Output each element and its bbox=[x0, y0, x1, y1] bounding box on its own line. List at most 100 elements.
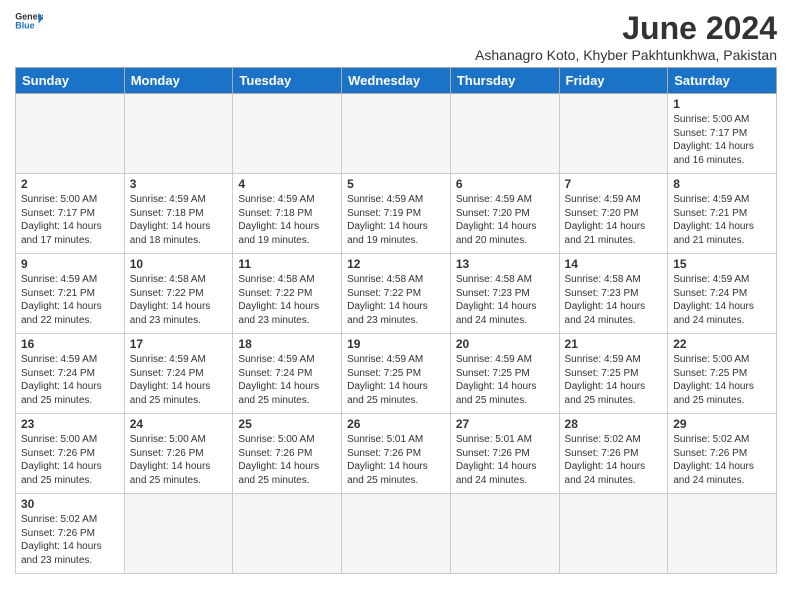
calendar-title: June 2024 bbox=[475, 10, 777, 47]
calendar-cell: 6 Sunrise: 4:59 AM Sunset: 7:20 PM Daylig… bbox=[450, 174, 559, 254]
calendar-cell bbox=[233, 494, 342, 574]
logo-icon: General Blue bbox=[15, 10, 43, 32]
day-info: Sunrise: 4:59 AM Sunset: 7:24 PM Dayligh… bbox=[238, 353, 336, 407]
calendar-cell: 24Sunrise: 5:00 AM Sunset: 7:26 PM Dayli… bbox=[124, 414, 233, 494]
day-info: Sunrise: 4:59 AM Sunset: 7:25 PM Dayligh… bbox=[565, 353, 663, 407]
day-info: Sunrise: 5:01 AM Sunset: 7:26 PM Dayligh… bbox=[456, 433, 554, 487]
calendar-cell: 9Sunrise: 4:59 AM Sunset: 7:21 PM Daylig… bbox=[16, 254, 125, 334]
day-number: 13 bbox=[456, 257, 554, 271]
day-info: Sunrise: 4:59 AM Sunset: 7:21 PM Dayligh… bbox=[21, 273, 119, 327]
calendar-cell: 25 Sunrise: 5:00 AM Sunset: 7:26 PM Dayli… bbox=[233, 414, 342, 494]
calendar-week-2: 2Sunrise: 5:00 AM Sunset: 7:17 PM Daylig… bbox=[16, 174, 777, 254]
day-number: 22 bbox=[673, 337, 771, 351]
day-number: 20 bbox=[456, 337, 554, 351]
calendar-cell bbox=[342, 494, 451, 574]
calendar-cell: 21Sunrise: 4:59 AM Sunset: 7:25 PM Dayli… bbox=[559, 334, 668, 414]
calendar-cell bbox=[450, 94, 559, 174]
day-info: Sunrise: 5:00 AM Sunset: 7:26 PM Dayligh… bbox=[238, 433, 336, 487]
calendar-cell: 18Sunrise: 4:59 AM Sunset: 7:24 PM Dayli… bbox=[233, 334, 342, 414]
day-info: Sunrise: 5:00 AM Sunset: 7:17 PM Dayligh… bbox=[673, 113, 771, 167]
day-info: Sunrise: 4:59 AM Sunset: 7:20 PM Dayligh… bbox=[565, 193, 663, 247]
calendar-cell: 2Sunrise: 5:00 AM Sunset: 7:17 PM Daylig… bbox=[16, 174, 125, 254]
logo: General Blue bbox=[15, 10, 43, 32]
day-number: 3 bbox=[130, 177, 228, 191]
calendar-week-4: 16Sunrise: 4:59 AM Sunset: 7:24 PM Dayli… bbox=[16, 334, 777, 414]
calendar-cell: 13Sunrise: 4:58 AM Sunset: 7:23 PM Dayli… bbox=[450, 254, 559, 334]
day-number: 15 bbox=[673, 257, 771, 271]
calendar-week-5: 23 Sunrise: 5:00 AM Sunset: 7:26 PM Dayli… bbox=[16, 414, 777, 494]
calendar-cell: 5 Sunrise: 4:59 AM Sunset: 7:19 PM Daylig… bbox=[342, 174, 451, 254]
calendar-cell: 15 Sunrise: 4:59 AM Sunset: 7:24 PM Dayli… bbox=[668, 254, 777, 334]
calendar-table: SundayMondayTuesdayWednesdayThursdayFrid… bbox=[15, 67, 777, 574]
calendar-week-1: 1Sunrise: 5:00 AM Sunset: 7:17 PM Daylig… bbox=[16, 94, 777, 174]
page-header: General Blue June 2024 Ashanagro Koto, K… bbox=[15, 10, 777, 63]
day-number: 27 bbox=[456, 417, 554, 431]
weekday-header-row: SundayMondayTuesdayWednesdayThursdayFrid… bbox=[16, 68, 777, 94]
calendar-cell: 26 Sunrise: 5:01 AM Sunset: 7:26 PM Dayli… bbox=[342, 414, 451, 494]
day-info: Sunrise: 4:59 AM Sunset: 7:25 PM Dayligh… bbox=[456, 353, 554, 407]
day-info: Sunrise: 5:00 AM Sunset: 7:26 PM Dayligh… bbox=[130, 433, 228, 487]
weekday-header-wednesday: Wednesday bbox=[342, 68, 451, 94]
weekday-header-sunday: Sunday bbox=[16, 68, 125, 94]
calendar-cell: 1Sunrise: 5:00 AM Sunset: 7:17 PM Daylig… bbox=[668, 94, 777, 174]
calendar-cell: 19Sunrise: 4:59 AM Sunset: 7:25 PM Dayli… bbox=[342, 334, 451, 414]
calendar-cell: 17Sunrise: 4:59 AM Sunset: 7:24 PM Dayli… bbox=[124, 334, 233, 414]
calendar-cell: 3 Sunrise: 4:59 AM Sunset: 7:18 PM Daylig… bbox=[124, 174, 233, 254]
weekday-header-tuesday: Tuesday bbox=[233, 68, 342, 94]
calendar-cell: 14Sunrise: 4:58 AM Sunset: 7:23 PM Dayli… bbox=[559, 254, 668, 334]
day-info: Sunrise: 4:58 AM Sunset: 7:22 PM Dayligh… bbox=[238, 273, 336, 327]
day-number: 7 bbox=[565, 177, 663, 191]
calendar-cell: 4Sunrise: 4:59 AM Sunset: 7:18 PM Daylig… bbox=[233, 174, 342, 254]
day-number: 8 bbox=[673, 177, 771, 191]
calendar-week-6: 30 Sunrise: 5:02 AM Sunset: 7:26 PM Dayli… bbox=[16, 494, 777, 574]
calendar-cell: 20 Sunrise: 4:59 AM Sunset: 7:25 PM Dayli… bbox=[450, 334, 559, 414]
weekday-header-thursday: Thursday bbox=[450, 68, 559, 94]
day-number: 6 bbox=[456, 177, 554, 191]
day-info: Sunrise: 5:02 AM Sunset: 7:26 PM Dayligh… bbox=[565, 433, 663, 487]
calendar-cell bbox=[450, 494, 559, 574]
calendar-cell bbox=[559, 94, 668, 174]
calendar-cell bbox=[124, 94, 233, 174]
day-number: 5 bbox=[347, 177, 445, 191]
day-number: 23 bbox=[21, 417, 119, 431]
day-info: Sunrise: 4:59 AM Sunset: 7:20 PM Dayligh… bbox=[456, 193, 554, 247]
day-info: Sunrise: 5:00 AM Sunset: 7:25 PM Dayligh… bbox=[673, 353, 771, 407]
calendar-cell: 23 Sunrise: 5:00 AM Sunset: 7:26 PM Dayli… bbox=[16, 414, 125, 494]
day-info: Sunrise: 4:59 AM Sunset: 7:19 PM Dayligh… bbox=[347, 193, 445, 247]
day-number: 2 bbox=[21, 177, 119, 191]
day-info: Sunrise: 5:02 AM Sunset: 7:26 PM Dayligh… bbox=[673, 433, 771, 487]
calendar-cell: 12Sunrise: 4:58 AM Sunset: 7:22 PM Dayli… bbox=[342, 254, 451, 334]
calendar-subtitle: Ashanagro Koto, Khyber Pakhtunkhwa, Paki… bbox=[475, 47, 777, 63]
day-number: 30 bbox=[21, 497, 119, 511]
day-number: 28 bbox=[565, 417, 663, 431]
calendar-cell: 28 Sunrise: 5:02 AM Sunset: 7:26 PM Dayli… bbox=[559, 414, 668, 494]
day-number: 10 bbox=[130, 257, 228, 271]
day-info: Sunrise: 4:59 AM Sunset: 7:21 PM Dayligh… bbox=[673, 193, 771, 247]
weekday-header-monday: Monday bbox=[124, 68, 233, 94]
day-info: Sunrise: 5:00 AM Sunset: 7:26 PM Dayligh… bbox=[21, 433, 119, 487]
calendar-cell: 10 Sunrise: 4:58 AM Sunset: 7:22 PM Dayli… bbox=[124, 254, 233, 334]
title-area: June 2024 Ashanagro Koto, Khyber Pakhtun… bbox=[475, 10, 777, 63]
day-number: 25 bbox=[238, 417, 336, 431]
day-number: 29 bbox=[673, 417, 771, 431]
svg-text:Blue: Blue bbox=[15, 21, 34, 31]
day-info: Sunrise: 5:01 AM Sunset: 7:26 PM Dayligh… bbox=[347, 433, 445, 487]
calendar-cell: 8 Sunrise: 4:59 AM Sunset: 7:21 PM Daylig… bbox=[668, 174, 777, 254]
day-number: 26 bbox=[347, 417, 445, 431]
day-number: 11 bbox=[238, 257, 336, 271]
day-info: Sunrise: 4:59 AM Sunset: 7:18 PM Dayligh… bbox=[238, 193, 336, 247]
calendar-cell: 7 Sunrise: 4:59 AM Sunset: 7:20 PM Daylig… bbox=[559, 174, 668, 254]
calendar-cell: 29 Sunrise: 5:02 AM Sunset: 7:26 PM Dayli… bbox=[668, 414, 777, 494]
calendar-cell bbox=[668, 494, 777, 574]
calendar-cell: 11 Sunrise: 4:58 AM Sunset: 7:22 PM Dayli… bbox=[233, 254, 342, 334]
day-info: Sunrise: 4:59 AM Sunset: 7:24 PM Dayligh… bbox=[21, 353, 119, 407]
day-info: Sunrise: 4:59 AM Sunset: 7:24 PM Dayligh… bbox=[673, 273, 771, 327]
day-info: Sunrise: 5:02 AM Sunset: 7:26 PM Dayligh… bbox=[21, 513, 119, 567]
calendar-cell bbox=[342, 94, 451, 174]
day-info: Sunrise: 4:59 AM Sunset: 7:18 PM Dayligh… bbox=[130, 193, 228, 247]
calendar-cell: 16Sunrise: 4:59 AM Sunset: 7:24 PM Dayli… bbox=[16, 334, 125, 414]
day-info: Sunrise: 4:58 AM Sunset: 7:22 PM Dayligh… bbox=[347, 273, 445, 327]
day-info: Sunrise: 4:58 AM Sunset: 7:22 PM Dayligh… bbox=[130, 273, 228, 327]
weekday-header-saturday: Saturday bbox=[668, 68, 777, 94]
calendar-cell: 27 Sunrise: 5:01 AM Sunset: 7:26 PM Dayli… bbox=[450, 414, 559, 494]
